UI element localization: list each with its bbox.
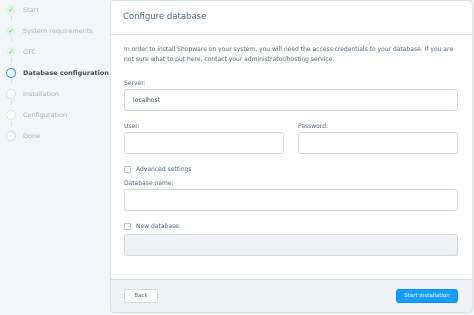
step-connector [10, 79, 12, 84]
step-connector [10, 58, 12, 63]
check-icon: ✓ [6, 47, 16, 57]
advanced-settings-label[interactable]: Advanced settings [136, 166, 191, 173]
step-label: Start [23, 6, 39, 14]
user-input[interactable] [124, 132, 284, 154]
step-label: Database configuration [23, 69, 109, 77]
advanced-settings-checkbox[interactable] [124, 166, 131, 173]
password-input[interactable] [298, 132, 458, 154]
step-installation: Installation [6, 88, 59, 100]
user-label: User: [124, 123, 140, 130]
server-label: Server: [124, 80, 146, 87]
password-label: Password: [298, 123, 329, 130]
check-icon: ✓ [6, 26, 16, 36]
active-step-icon [6, 68, 16, 78]
new-database-checkbox[interactable] [124, 223, 131, 230]
step-label: Configuration [23, 111, 68, 119]
empty-step-icon [6, 89, 16, 99]
step-label: System requirements [23, 27, 93, 35]
empty-step-icon [6, 110, 16, 120]
page-title: Configure database [123, 12, 207, 22]
step-connector [10, 37, 12, 42]
back-button[interactable]: Back [124, 289, 158, 303]
step-connector [10, 121, 12, 126]
intro-text: In order to install Shopware on your sys… [124, 46, 454, 63]
card-footer: Back Start installation [111, 279, 472, 312]
database-name-label: Database name: [124, 180, 174, 187]
database-name-input[interactable] [124, 189, 458, 211]
step-label: Installation [23, 90, 60, 98]
step-connector [10, 100, 12, 105]
step-label: GTC [23, 48, 36, 56]
step-label: Done [23, 132, 41, 140]
step-database-configuration: Database configuration [6, 67, 109, 79]
new-database-input [124, 234, 458, 256]
new-database-label[interactable]: New database: [136, 223, 181, 230]
server-input[interactable] [124, 89, 458, 111]
step-gtc: ✓ GTC [6, 46, 36, 58]
check-icon: ✓ [6, 5, 16, 15]
empty-step-icon [6, 131, 16, 141]
step-configuration: Configuration [6, 109, 67, 121]
start-installation-button[interactable]: Start installation [396, 289, 458, 303]
step-done: Done [6, 130, 40, 142]
step-connector [10, 16, 12, 21]
step-system-requirements: ✓ System requirements [6, 25, 93, 37]
card-header: Configure database [111, 1, 472, 35]
database-config-card: Configure database In order to install S… [110, 0, 473, 313]
step-start: ✓ Start [6, 4, 39, 16]
installer-steps: ✓ Start ✓ System requirements ✓ GTC Data… [0, 0, 110, 315]
